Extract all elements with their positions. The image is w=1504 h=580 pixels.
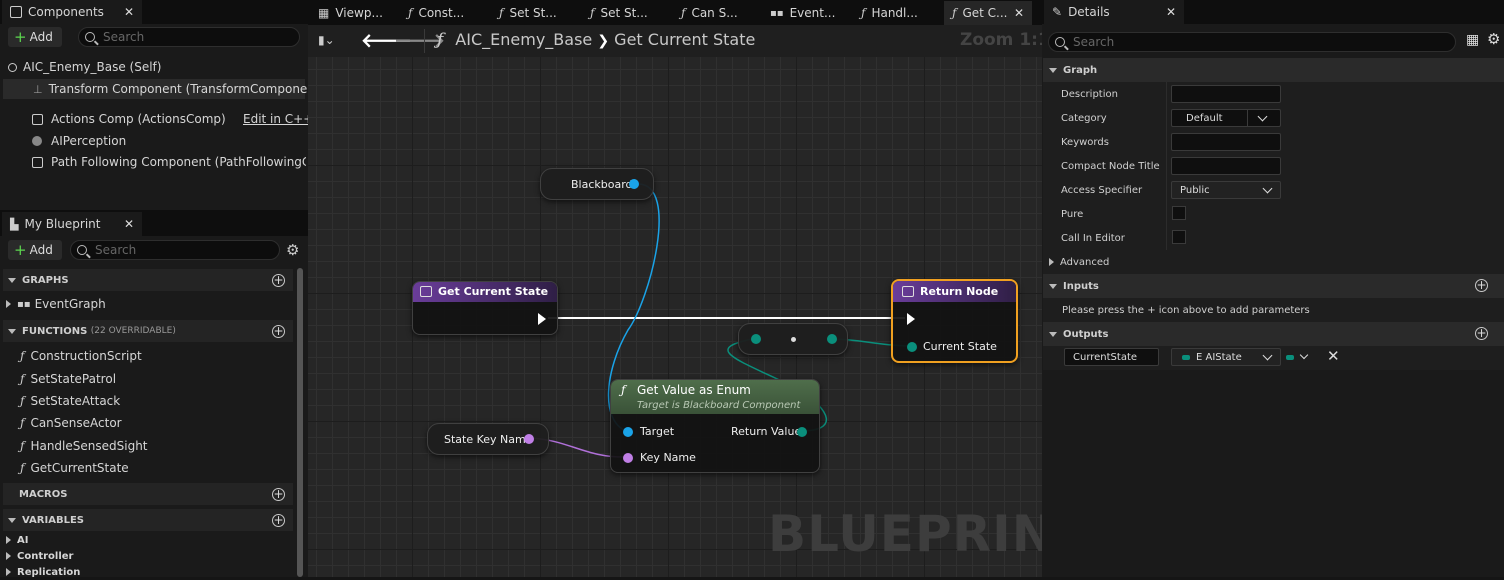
pure-checkbox[interactable] [1172, 206, 1186, 220]
chevron-down-icon [1262, 183, 1273, 194]
pencil-icon: ✎ [1052, 5, 1063, 19]
output-type-select[interactable]: E AIState [1171, 348, 1281, 366]
single-pin-icon [1286, 355, 1294, 360]
collapse-arrow-icon [1049, 331, 1057, 337]
reroute-dot [791, 337, 796, 342]
function-icon: ƒ [621, 383, 626, 397]
get-value-title: Get Value as Enum [637, 383, 751, 397]
enum-type-pin-icon [1182, 354, 1190, 360]
return-value-output-pin[interactable] [797, 427, 807, 437]
chevron-down-icon [1262, 350, 1273, 361]
pure-label: Pure [1061, 209, 1084, 220]
close-icon[interactable]: ✕ [1166, 5, 1176, 19]
add-input-icon[interactable]: + [1475, 279, 1488, 292]
compact-node-title-field[interactable] [1171, 157, 1281, 175]
exec-output-pin[interactable] [538, 313, 546, 325]
function-entry-node[interactable]: Get Current State [412, 281, 558, 335]
return-node[interactable]: Return Node Current State [891, 279, 1018, 363]
blackboard-node[interactable]: Blackboard [540, 168, 654, 200]
return-value-pin-label: Return Value [731, 425, 802, 438]
section-graph-label: Graph [1063, 64, 1098, 76]
current-state-input-pin[interactable] [907, 342, 917, 352]
compact-node-title-label: Compact Node Title [1061, 161, 1160, 172]
keywords-field[interactable] [1171, 133, 1281, 151]
access-specifier-label: Access Specifier [1061, 185, 1143, 196]
settings-gear-icon[interactable]: ⚙ [1487, 32, 1500, 47]
dropdown-divider [1247, 110, 1248, 126]
function-node-icon [420, 286, 432, 297]
inputs-hint: Please press the + icon above to add par… [1062, 304, 1310, 316]
outputs-label: Outputs [1063, 328, 1109, 340]
search-placeholder: Search [1073, 35, 1115, 49]
inputs-label: Inputs [1063, 280, 1099, 292]
access-specifier-select[interactable]: Public [1171, 181, 1281, 199]
exec-input-pin[interactable] [907, 313, 915, 325]
get-value-subtitle: Target is Blackboard Component [637, 400, 801, 411]
call-in-editor-label: Call In Editor [1061, 233, 1125, 244]
reroute-node[interactable] [738, 323, 848, 355]
target-input-pin[interactable] [623, 427, 633, 437]
state-key-name-node[interactable]: State Key Name [427, 423, 549, 455]
section-outputs[interactable]: Outputs [1043, 322, 1504, 346]
output-name-field[interactable]: CurrentState [1064, 348, 1159, 366]
category-value: Default [1186, 112, 1223, 124]
category-combobox[interactable]: Default [1171, 109, 1281, 127]
advanced-label: Advanced [1060, 256, 1110, 268]
description-field[interactable] [1171, 85, 1281, 103]
section-graph[interactable]: Graph [1043, 58, 1504, 82]
keywords-label: Keywords [1061, 137, 1109, 148]
current-state-pin-label: Current State [923, 340, 997, 353]
function-node-icon [902, 286, 914, 297]
section-advanced[interactable]: Advanced [1043, 250, 1504, 274]
output-type-value: E AIState [1196, 351, 1242, 363]
chevron-down-icon [1299, 350, 1309, 360]
remove-output-icon[interactable]: ✕ [1327, 348, 1340, 364]
reroute-output-pin[interactable] [827, 334, 837, 344]
get-value-as-enum-node[interactable]: ƒ Get Value as Enum Target is Blackboard… [610, 379, 820, 473]
call-in-editor-checkbox[interactable] [1172, 230, 1186, 244]
add-output-icon[interactable]: + [1475, 327, 1488, 340]
section-inputs[interactable]: Inputs [1043, 274, 1504, 298]
chevron-down-icon[interactable] [1257, 111, 1268, 122]
blackboard-label: Blackboard [571, 178, 633, 191]
state-key-name-label: State Key Name [444, 433, 533, 446]
collapse-arrow-icon [1049, 67, 1057, 73]
return-title: Return Node [920, 285, 999, 298]
target-pin-label: Target [640, 425, 675, 438]
blackboard-output-pin[interactable] [629, 179, 639, 189]
search-icon [1055, 37, 1065, 47]
tab-details-label: Details [1068, 5, 1110, 19]
access-value: Public [1180, 184, 1210, 196]
property-divider [1166, 82, 1167, 250]
expand-arrow-icon [1049, 258, 1054, 266]
table-view-icon[interactable]: ▦ [1466, 33, 1479, 47]
output-name-value: CurrentState [1073, 351, 1138, 363]
inputs-hint-row: Please press the + icon above to add par… [1043, 298, 1504, 322]
tab-details[interactable]: ✎ Details ✕ [1044, 0, 1184, 24]
entry-title: Get Current State [438, 285, 549, 298]
container-type-select[interactable] [1286, 350, 1312, 364]
state-key-name-output-pin[interactable] [524, 434, 534, 444]
category-label: Category [1061, 113, 1107, 124]
collapse-arrow-icon [1049, 283, 1057, 289]
details-search-input[interactable]: Search [1048, 32, 1456, 52]
property-row [1043, 202, 1504, 226]
key-name-input-pin[interactable] [623, 453, 633, 463]
reroute-input-pin[interactable] [751, 334, 761, 344]
description-label: Description [1061, 89, 1118, 100]
key-name-pin-label: Key Name [640, 451, 696, 464]
